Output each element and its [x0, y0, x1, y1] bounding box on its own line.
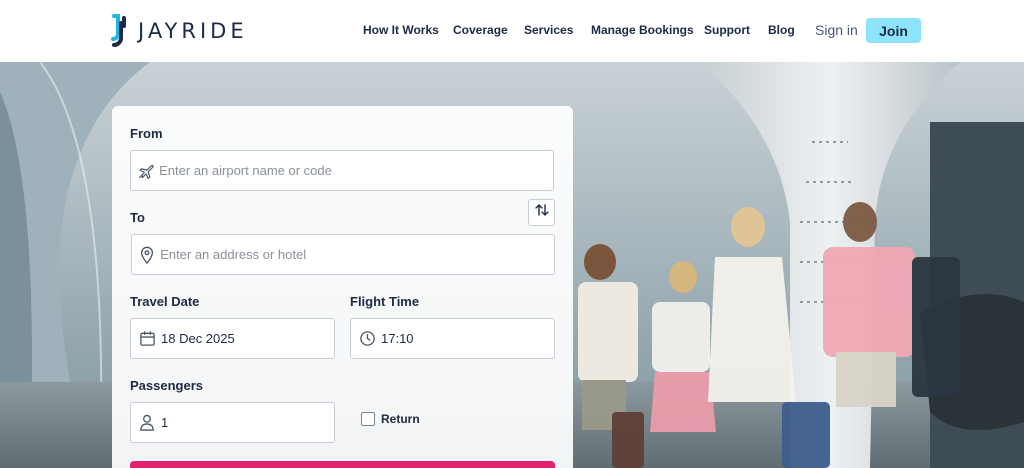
brand-logo[interactable]: JAYRIDE — [110, 14, 248, 48]
join-button[interactable]: Join — [866, 18, 921, 43]
from-label: From — [130, 126, 163, 141]
sign-in-link[interactable]: Sign in — [815, 22, 858, 38]
map-pin-icon — [134, 235, 160, 274]
clock-icon — [353, 319, 381, 358]
flight-time-field[interactable]: 17:10 — [350, 318, 555, 359]
to-label: To — [130, 210, 145, 225]
return-checkbox[interactable] — [361, 412, 375, 426]
person-icon — [133, 403, 161, 442]
nav-blog[interactable]: Blog — [768, 23, 795, 37]
swap-locations-button[interactable] — [528, 199, 555, 226]
site-header: JAYRIDE How It Works Coverage Services M… — [0, 0, 1024, 62]
to-input[interactable] — [160, 235, 554, 274]
travel-date-label: Travel Date — [130, 294, 200, 309]
nav-manage-bookings[interactable]: Manage Bookings — [591, 23, 694, 37]
to-field[interactable] — [131, 234, 555, 275]
return-toggle[interactable]: Return — [361, 412, 420, 426]
nav-services[interactable]: Services — [524, 23, 573, 37]
nav-how-it-works[interactable]: How It Works — [363, 23, 439, 37]
travel-date-field[interactable]: 18 Dec 2025 — [130, 318, 335, 359]
nav-support[interactable]: Support — [704, 23, 750, 37]
nav-coverage[interactable]: Coverage — [453, 23, 508, 37]
flight-time-label: Flight Time — [350, 294, 420, 309]
calendar-icon — [133, 319, 161, 358]
search-button[interactable] — [130, 461, 555, 468]
passengers-value: 1 — [161, 415, 169, 430]
passengers-field[interactable]: 1 — [130, 402, 335, 443]
return-label: Return — [381, 412, 420, 426]
passengers-label: Passengers — [130, 378, 203, 393]
from-field[interactable] — [130, 150, 554, 191]
jayride-logo-icon — [110, 14, 128, 48]
plane-icon — [133, 151, 159, 190]
flight-time-value: 17:10 — [381, 331, 414, 346]
swap-arrows-icon — [534, 202, 550, 223]
travel-date-value: 18 Dec 2025 — [161, 331, 235, 346]
brand-name: JAYRIDE — [138, 19, 248, 43]
from-input[interactable] — [159, 151, 553, 190]
